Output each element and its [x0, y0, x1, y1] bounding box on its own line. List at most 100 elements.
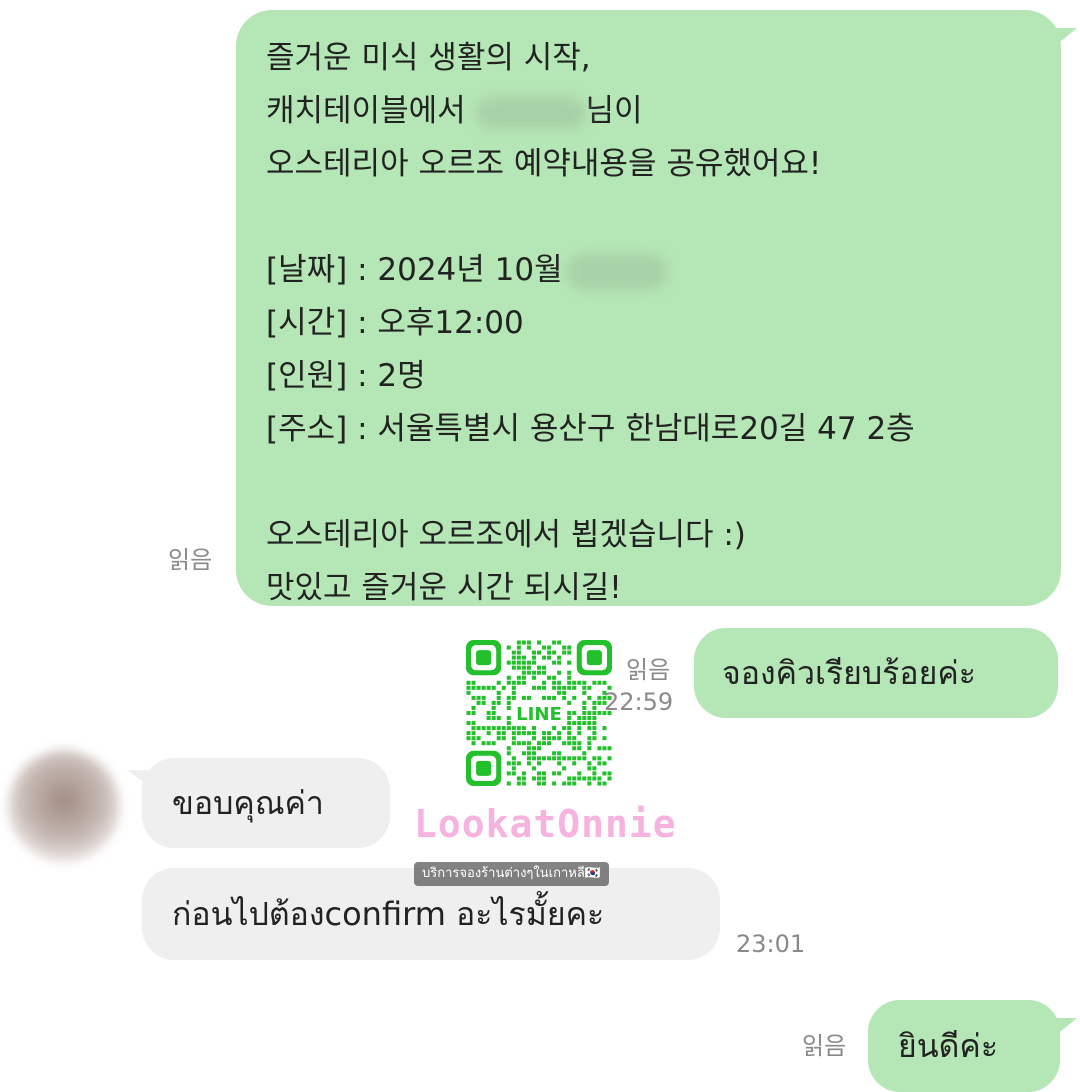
qr-module [516, 665, 521, 670]
qr-module [567, 710, 572, 716]
qr-module [552, 726, 557, 731]
qr-module [526, 640, 531, 645]
qr-module [592, 731, 597, 736]
qr-module [536, 776, 542, 781]
qr-module [602, 700, 607, 705]
qr-module [542, 741, 547, 746]
qr-module [536, 741, 542, 746]
qr-module [572, 781, 577, 786]
qr-module [607, 685, 612, 690]
qr-module [542, 665, 547, 670]
qr-module [476, 695, 481, 700]
qr-module [592, 700, 597, 705]
qr-module [491, 741, 496, 746]
redacted-name [475, 96, 586, 129]
qr-module [511, 736, 516, 741]
qr-module [506, 705, 511, 710]
qr-module [526, 695, 531, 700]
thanks-message-bubble[interactable]: ขอบคุณค่า [142, 758, 390, 848]
qr-module [552, 685, 557, 690]
qr-module [567, 756, 572, 761]
qr-module [536, 685, 542, 690]
qr-module [511, 685, 516, 690]
welcome-message-bubble[interactable]: ยินดีค่ะ [868, 1000, 1060, 1092]
redacted-date [566, 253, 667, 290]
qr-module [572, 695, 577, 700]
qr-module [597, 756, 602, 761]
qr-module [562, 690, 567, 695]
message-text: ยินดีค่ะ [898, 1026, 998, 1065]
qr-module [536, 761, 542, 766]
qr-module [607, 746, 612, 751]
qr-module [466, 736, 471, 741]
qr-module [562, 650, 567, 655]
qr-module [516, 650, 521, 655]
qr-module [516, 675, 521, 680]
qr-module [587, 746, 592, 751]
qr-module [577, 721, 582, 726]
contact-avatar[interactable] [8, 750, 120, 862]
qr-module [572, 736, 577, 741]
qr-module [567, 716, 572, 721]
qr-module [562, 781, 567, 786]
qr-module [557, 680, 562, 685]
qr-module [587, 766, 592, 771]
message-line: 맛있고 즐거운 시간 되시길! [266, 570, 622, 606]
qr-module [567, 776, 572, 781]
qr-module [602, 771, 607, 776]
qr-module [526, 645, 531, 650]
qr-module [602, 695, 607, 700]
qr-module [567, 670, 572, 675]
qr-module [486, 685, 491, 690]
qr-module [592, 736, 597, 741]
qr-module [506, 771, 511, 776]
qr-module [592, 710, 597, 716]
queue-message-bubble[interactable]: จองคิวเรียบร้อยค่ะ [694, 628, 1058, 718]
qr-module [526, 670, 531, 675]
watermark-brand: LookatOnnie [414, 802, 677, 846]
qr-module [567, 650, 572, 655]
reservation-message-bubble[interactable]: 즐거운 미식 생활의 시작, 캐치테이블에서 님이 오스테리아 오르조 예약내용… [236, 10, 1061, 606]
qr-module [521, 731, 526, 736]
qr-module [481, 685, 486, 690]
qr-module [531, 766, 536, 771]
qr-module [471, 741, 476, 746]
qr-module [526, 731, 531, 736]
qr-module [511, 731, 516, 736]
qr-module [521, 776, 526, 781]
qr-module [602, 761, 607, 766]
qr-module [506, 700, 511, 705]
qr-module [542, 756, 547, 761]
bubble-tail [1055, 1018, 1077, 1036]
qr-module [597, 761, 602, 766]
qr-module [547, 675, 552, 680]
qr-module [531, 736, 536, 741]
qr-module [582, 716, 587, 721]
qr-module [602, 746, 607, 751]
message-text: [날짜] : 2024년 10월 [266, 252, 563, 288]
qr-module [547, 756, 552, 761]
message-line: [날짜] : 2024년 10월 [266, 244, 1061, 297]
qr-module [496, 690, 501, 695]
qr-module [516, 776, 521, 781]
qr-module [582, 751, 587, 756]
qr-module [526, 660, 531, 665]
qr-module [582, 710, 587, 716]
qr-module [572, 680, 577, 685]
qr-module [557, 731, 562, 736]
qr-module [567, 721, 572, 726]
qr-module [587, 685, 592, 690]
qr-module [536, 650, 542, 655]
qr-module [521, 726, 526, 731]
qr-module [526, 761, 531, 766]
qr-module [476, 736, 481, 741]
qr-module [466, 721, 471, 726]
qr-module [602, 736, 607, 741]
qr-module [587, 761, 592, 766]
qr-module [516, 680, 521, 685]
qr-module [491, 700, 496, 705]
message-line: [인원] : 2명 [266, 358, 426, 394]
qr-module [557, 771, 562, 776]
qr-module [526, 746, 531, 751]
